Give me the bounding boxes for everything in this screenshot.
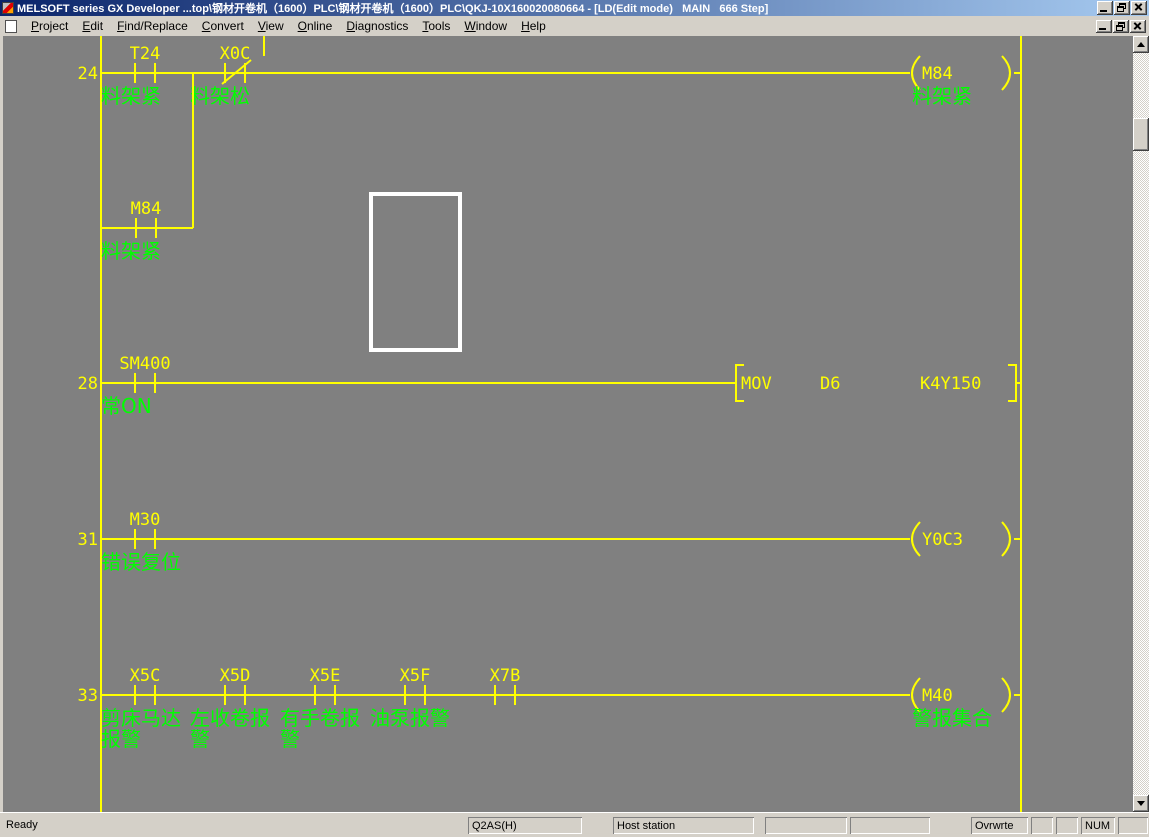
instruction-operand: D6 [820,374,840,394]
coil-close-paren [1001,521,1011,557]
status-cpu-type: Q2AS(H) [468,817,582,834]
menu-tools[interactable]: Tools [415,18,457,34]
coil-comment: 料架紧 [912,84,972,108]
menu-view[interactable]: View [251,18,291,34]
status-station: Host station [613,817,754,834]
device-comment: 油泵报警 [370,706,450,730]
arrow-up-icon [1137,42,1145,47]
device-label: X0C [220,44,251,64]
minimize-icon [1100,10,1107,12]
menu-online[interactable]: Online [291,18,340,34]
menu-bar: Project Edit Find/Replace Convert View O… [0,16,1149,36]
instruction-operand: MOV [741,374,772,394]
device-label: T24 [130,44,161,64]
ladder-canvas[interactable]: 24T24料架紧X0C料架松M84料架紧M84料架紧28SM400常ONMOV D… [0,36,1133,812]
device-comment: 料架松 [190,84,250,108]
minimize-icon [1099,27,1106,30]
device-label: M84 [131,199,162,219]
device-comment: 警 [280,727,300,751]
menu-diagnostics[interactable]: Diagnostics [339,18,415,34]
coil-label: Y0C3 [922,530,963,550]
status-empty-4 [1056,817,1078,834]
window-frame-edge [0,36,3,812]
device-label: X7B [490,666,521,686]
ladder-rung-24[interactable]: 24T24料架紧X0C料架松M84料架紧M84料架紧 [78,44,1021,263]
device-comment: 常ON [101,394,152,418]
vertical-scrollbar[interactable] [1133,36,1149,812]
menu-help[interactable]: Help [514,18,553,34]
device-label: X5C [130,666,161,686]
step-number: 33 [78,686,98,706]
device-label: SM400 [119,354,170,374]
status-ready: Ready [6,819,38,831]
status-edit-mode: Ovrwrte [971,817,1028,834]
document-window-controls [1096,19,1146,33]
coil-open-paren [911,521,921,557]
window-controls [1097,1,1147,15]
menu-edit[interactable]: Edit [75,18,110,34]
device-label: X5E [310,666,341,686]
device-label: X5D [220,666,251,686]
menu-convert[interactable]: Convert [195,18,251,34]
window-title: MELSOFT series GX Developer ...top\钢材开卷机… [17,3,769,15]
coil-label: M40 [922,686,953,706]
coil-close-paren [1001,677,1011,713]
coil-label: M84 [922,64,953,84]
instruction-operand: K4Y150 [920,374,981,394]
document-icon[interactable] [5,19,17,33]
scrollbar-thumb[interactable] [1133,118,1149,151]
title-bar: MELSOFT series GX Developer ...top\钢材开卷机… [0,0,1149,16]
step-number: 31 [78,530,98,550]
doc-restore-button[interactable] [1113,19,1129,33]
scroll-up-button[interactable] [1133,36,1149,53]
device-comment: 料架紧 [101,84,161,108]
doc-close-button[interactable] [1130,19,1146,33]
ladder-rung-33[interactable]: 33X5C剪床马达报警X5D左收卷报警X5E有手卷报警X5F油泵报警X7BM40… [78,666,1021,751]
edit-cursor [369,192,462,352]
menu-window[interactable]: Window [457,18,514,34]
close-button[interactable] [1131,1,1147,15]
restore-button[interactable] [1114,1,1130,15]
app-icon[interactable] [2,2,14,14]
status-num-lock: NUM [1081,817,1115,834]
step-number: 28 [78,374,98,394]
ladder-rung-28[interactable]: 28 SM400 常ON MOV D6 K4Y150 [78,354,1021,418]
status-empty-2 [850,817,930,834]
device-label: M30 [130,510,161,530]
status-empty-3 [1031,817,1053,834]
device-comment: 料架紧 [101,239,161,263]
device-label: X5F [400,666,431,686]
status-empty-1 [765,817,847,834]
step-number: 24 [78,64,98,84]
menu-project[interactable]: Project [24,18,75,34]
menu-find-replace[interactable]: Find/Replace [110,18,195,34]
device-comment: 警 [190,727,210,751]
status-empty-5 [1118,817,1148,834]
ladder-rung-31[interactable]: 31 M30 错误复位 Y0C3 [78,510,1021,574]
device-comment: 错误复位 [101,550,181,574]
instruction-close-bracket [1008,364,1017,402]
scroll-down-button[interactable] [1133,795,1149,812]
app-window: MELSOFT series GX Developer ...top\钢材开卷机… [0,0,1149,837]
coil-close-paren [1001,55,1011,91]
coil-comment: 警报集合 [912,706,992,730]
status-bar: Ready Q2AS(H) Host station Ovrwrte NUM [0,815,1149,837]
arrow-down-icon [1137,801,1145,806]
device-comment: 报警 [101,727,141,751]
minimize-button[interactable] [1097,1,1113,15]
doc-minimize-button[interactable] [1096,19,1112,33]
